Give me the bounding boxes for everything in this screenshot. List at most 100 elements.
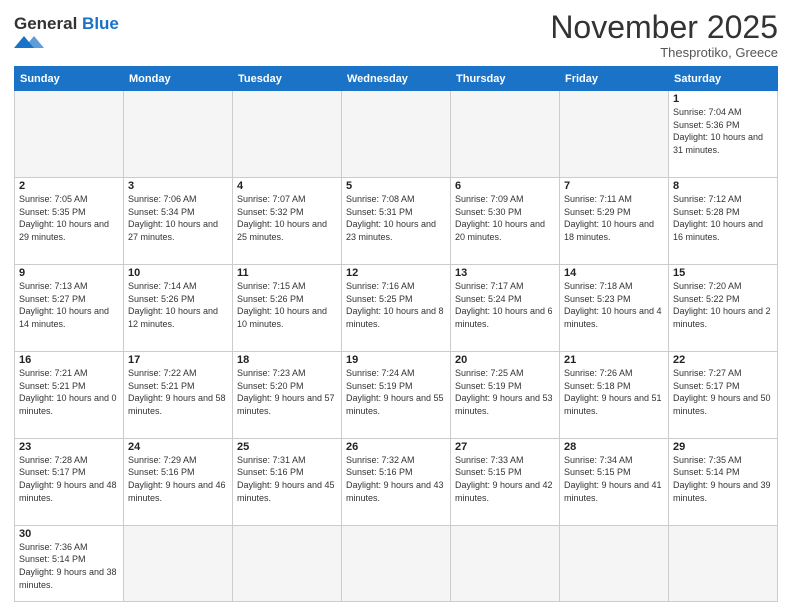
day-number: 4 (237, 180, 337, 192)
day-number: 2 (19, 180, 119, 192)
table-row (233, 525, 342, 601)
day-info: Sunrise: 7:33 AM Sunset: 5:15 PM Dayligh… (455, 454, 555, 504)
table-row: 26Sunrise: 7:32 AM Sunset: 5:16 PM Dayli… (342, 438, 451, 525)
day-info: Sunrise: 7:12 AM Sunset: 5:28 PM Dayligh… (673, 193, 773, 243)
day-number: 23 (19, 441, 119, 453)
day-number: 1 (673, 93, 773, 105)
calendar-table: Sunday Monday Tuesday Wednesday Thursday… (14, 66, 778, 602)
day-number: 20 (455, 354, 555, 366)
day-info: Sunrise: 7:14 AM Sunset: 5:26 PM Dayligh… (128, 280, 228, 330)
day-number: 24 (128, 441, 228, 453)
day-info: Sunrise: 7:25 AM Sunset: 5:19 PM Dayligh… (455, 367, 555, 417)
day-info: Sunrise: 7:31 AM Sunset: 5:16 PM Dayligh… (237, 454, 337, 504)
day-info: Sunrise: 7:34 AM Sunset: 5:15 PM Dayligh… (564, 454, 664, 504)
day-info: Sunrise: 7:21 AM Sunset: 5:21 PM Dayligh… (19, 367, 119, 417)
day-number: 14 (564, 267, 664, 279)
table-row: 9Sunrise: 7:13 AM Sunset: 5:27 PM Daylig… (15, 265, 124, 352)
day-info: Sunrise: 7:27 AM Sunset: 5:17 PM Dayligh… (673, 367, 773, 417)
table-row: 8Sunrise: 7:12 AM Sunset: 5:28 PM Daylig… (669, 178, 778, 265)
table-row: 24Sunrise: 7:29 AM Sunset: 5:16 PM Dayli… (124, 438, 233, 525)
day-number: 8 (673, 180, 773, 192)
calendar-week-row: 30Sunrise: 7:36 AM Sunset: 5:14 PM Dayli… (15, 525, 778, 601)
col-wednesday: Wednesday (342, 67, 451, 91)
day-number: 28 (564, 441, 664, 453)
day-info: Sunrise: 7:11 AM Sunset: 5:29 PM Dayligh… (564, 193, 664, 243)
table-row: 28Sunrise: 7:34 AM Sunset: 5:15 PM Dayli… (560, 438, 669, 525)
table-row: 29Sunrise: 7:35 AM Sunset: 5:14 PM Dayli… (669, 438, 778, 525)
day-info: Sunrise: 7:28 AM Sunset: 5:17 PM Dayligh… (19, 454, 119, 504)
day-number: 12 (346, 267, 446, 279)
col-friday: Friday (560, 67, 669, 91)
day-number: 15 (673, 267, 773, 279)
table-row: 21Sunrise: 7:26 AM Sunset: 5:18 PM Dayli… (560, 351, 669, 438)
day-number: 3 (128, 180, 228, 192)
day-number: 17 (128, 354, 228, 366)
table-row: 7Sunrise: 7:11 AM Sunset: 5:29 PM Daylig… (560, 178, 669, 265)
table-row: 11Sunrise: 7:15 AM Sunset: 5:26 PM Dayli… (233, 265, 342, 352)
logo-blue: Blue (82, 14, 119, 33)
calendar-week-row: 23Sunrise: 7:28 AM Sunset: 5:17 PM Dayli… (15, 438, 778, 525)
day-number: 5 (346, 180, 446, 192)
header: General Blue November 2025 Thesprotiko, … (14, 10, 778, 60)
table-row (669, 525, 778, 601)
day-number: 25 (237, 441, 337, 453)
day-info: Sunrise: 7:26 AM Sunset: 5:18 PM Dayligh… (564, 367, 664, 417)
table-row: 6Sunrise: 7:09 AM Sunset: 5:30 PM Daylig… (451, 178, 560, 265)
table-row (233, 91, 342, 178)
table-row: 5Sunrise: 7:08 AM Sunset: 5:31 PM Daylig… (342, 178, 451, 265)
table-row (560, 91, 669, 178)
table-row: 22Sunrise: 7:27 AM Sunset: 5:17 PM Dayli… (669, 351, 778, 438)
col-saturday: Saturday (669, 67, 778, 91)
day-info: Sunrise: 7:18 AM Sunset: 5:23 PM Dayligh… (564, 280, 664, 330)
table-row: 23Sunrise: 7:28 AM Sunset: 5:17 PM Dayli… (15, 438, 124, 525)
col-sunday: Sunday (15, 67, 124, 91)
day-number: 10 (128, 267, 228, 279)
day-info: Sunrise: 7:04 AM Sunset: 5:36 PM Dayligh… (673, 106, 773, 156)
day-info: Sunrise: 7:24 AM Sunset: 5:19 PM Dayligh… (346, 367, 446, 417)
title-block: November 2025 Thesprotiko, Greece (550, 10, 778, 60)
table-row (342, 91, 451, 178)
table-row: 19Sunrise: 7:24 AM Sunset: 5:19 PM Dayli… (342, 351, 451, 438)
table-row: 2Sunrise: 7:05 AM Sunset: 5:35 PM Daylig… (15, 178, 124, 265)
calendar-header-row: Sunday Monday Tuesday Wednesday Thursday… (15, 67, 778, 91)
day-info: Sunrise: 7:32 AM Sunset: 5:16 PM Dayligh… (346, 454, 446, 504)
day-info: Sunrise: 7:06 AM Sunset: 5:34 PM Dayligh… (128, 193, 228, 243)
day-number: 30 (19, 528, 119, 540)
day-info: Sunrise: 7:22 AM Sunset: 5:21 PM Dayligh… (128, 367, 228, 417)
table-row: 4Sunrise: 7:07 AM Sunset: 5:32 PM Daylig… (233, 178, 342, 265)
day-info: Sunrise: 7:16 AM Sunset: 5:25 PM Dayligh… (346, 280, 446, 330)
calendar-week-row: 9Sunrise: 7:13 AM Sunset: 5:27 PM Daylig… (15, 265, 778, 352)
calendar-week-row: 2Sunrise: 7:05 AM Sunset: 5:35 PM Daylig… (15, 178, 778, 265)
day-info: Sunrise: 7:35 AM Sunset: 5:14 PM Dayligh… (673, 454, 773, 504)
table-row: 20Sunrise: 7:25 AM Sunset: 5:19 PM Dayli… (451, 351, 560, 438)
day-info: Sunrise: 7:13 AM Sunset: 5:27 PM Dayligh… (19, 280, 119, 330)
day-number: 22 (673, 354, 773, 366)
month-title: November 2025 (550, 10, 778, 45)
table-row: 13Sunrise: 7:17 AM Sunset: 5:24 PM Dayli… (451, 265, 560, 352)
day-number: 11 (237, 267, 337, 279)
table-row (124, 91, 233, 178)
day-info: Sunrise: 7:36 AM Sunset: 5:14 PM Dayligh… (19, 541, 119, 591)
day-number: 19 (346, 354, 446, 366)
col-monday: Monday (124, 67, 233, 91)
table-row (15, 91, 124, 178)
day-number: 9 (19, 267, 119, 279)
day-info: Sunrise: 7:20 AM Sunset: 5:22 PM Dayligh… (673, 280, 773, 330)
logo-text: General Blue (14, 14, 119, 33)
table-row: 27Sunrise: 7:33 AM Sunset: 5:15 PM Dayli… (451, 438, 560, 525)
day-info: Sunrise: 7:05 AM Sunset: 5:35 PM Dayligh… (19, 193, 119, 243)
calendar-week-row: 1Sunrise: 7:04 AM Sunset: 5:36 PM Daylig… (15, 91, 778, 178)
day-number: 21 (564, 354, 664, 366)
location-subtitle: Thesprotiko, Greece (550, 45, 778, 60)
table-row: 3Sunrise: 7:06 AM Sunset: 5:34 PM Daylig… (124, 178, 233, 265)
table-row: 17Sunrise: 7:22 AM Sunset: 5:21 PM Dayli… (124, 351, 233, 438)
day-number: 26 (346, 441, 446, 453)
table-row: 1Sunrise: 7:04 AM Sunset: 5:36 PM Daylig… (669, 91, 778, 178)
table-row: 18Sunrise: 7:23 AM Sunset: 5:20 PM Dayli… (233, 351, 342, 438)
logo-icon (14, 34, 64, 52)
day-info: Sunrise: 7:29 AM Sunset: 5:16 PM Dayligh… (128, 454, 228, 504)
table-row (560, 525, 669, 601)
table-row: 16Sunrise: 7:21 AM Sunset: 5:21 PM Dayli… (15, 351, 124, 438)
day-number: 29 (673, 441, 773, 453)
table-row (451, 91, 560, 178)
